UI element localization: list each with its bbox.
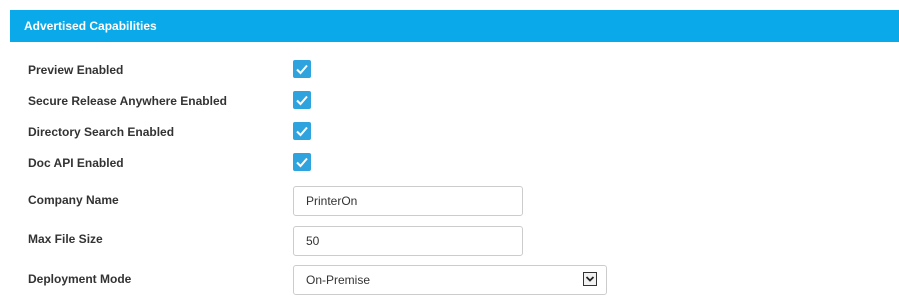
chevron-down-icon[interactable] (583, 272, 597, 286)
checkmark-icon (296, 157, 308, 168)
checkmark-icon (296, 126, 308, 137)
doc-api-checkbox[interactable] (293, 153, 311, 171)
directory-search-checkbox[interactable] (293, 122, 311, 140)
panel-title: Advertised Capabilities (10, 10, 899, 42)
doc-api-label: Doc API Enabled (28, 156, 124, 170)
max-file-size-label: Max File Size (28, 232, 103, 246)
advertised-capabilities-panel: Advertised Capabilities Preview Enabled … (10, 10, 899, 308)
company-name-input[interactable] (293, 186, 523, 216)
checkmark-icon (296, 95, 308, 106)
deployment-mode-value: On-Premise (306, 273, 371, 287)
deployment-mode-select[interactable]: On-Premise (293, 265, 607, 295)
secure-release-anywhere-label: Secure Release Anywhere Enabled (28, 94, 227, 108)
preview-enabled-checkbox[interactable] (293, 60, 311, 78)
preview-enabled-label: Preview Enabled (28, 63, 124, 77)
deployment-mode-label: Deployment Mode (28, 272, 132, 286)
secure-release-anywhere-checkbox[interactable] (293, 91, 311, 109)
company-name-label: Company Name (28, 193, 119, 207)
directory-search-label: Directory Search Enabled (28, 125, 175, 139)
checkmark-icon (296, 64, 308, 75)
max-file-size-input[interactable] (293, 226, 523, 256)
